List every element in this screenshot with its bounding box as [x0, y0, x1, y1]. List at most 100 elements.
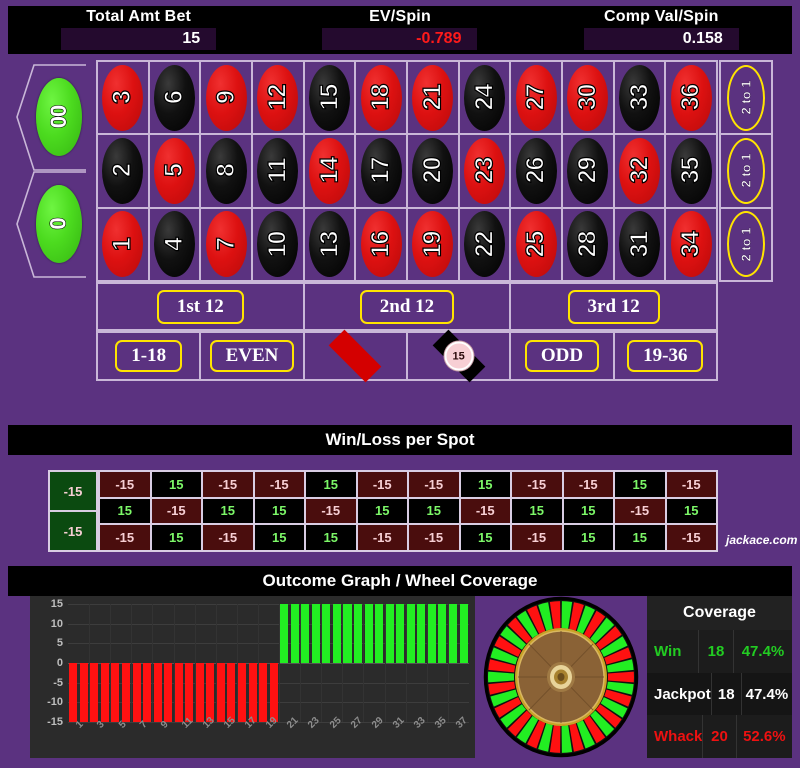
gridline-vertical: [405, 604, 407, 722]
bar-slot: [448, 604, 459, 722]
number-cell-27[interactable]: 27: [510, 61, 562, 135]
gridline-vertical: [426, 604, 428, 722]
number-cell-31[interactable]: 31: [613, 207, 666, 281]
bar-slot: [184, 604, 195, 722]
number-cell-29[interactable]: 29: [562, 134, 614, 208]
outside-bet-even[interactable]: EVEN: [200, 332, 304, 380]
column-bets: 2 to 1 2 to 1 2 to 1: [719, 60, 773, 282]
column-bet-middle[interactable]: 2 to 1: [720, 134, 772, 208]
stat-value: 0.158: [682, 30, 723, 47]
bar: [206, 663, 215, 722]
app-root: Total Amt Bet 15 EV/Spin -0.789 Comp Val…: [0, 0, 800, 768]
number-cell-24[interactable]: 24: [458, 61, 511, 135]
number-label: 31: [624, 231, 653, 258]
number-cell-26[interactable]: 26: [510, 134, 562, 208]
win-loss-cell: 15: [253, 497, 305, 525]
number-cell-8[interactable]: 8: [200, 134, 252, 208]
outside-bet-label: ODD: [524, 340, 600, 372]
win-loss-cell: 15: [150, 524, 202, 551]
zero-cell-0[interactable]: 0: [16, 171, 86, 278]
number-cell-30[interactable]: 30: [562, 61, 614, 135]
bar-slot: [142, 604, 153, 722]
column-bet-bottom[interactable]: 2 to 1: [720, 207, 772, 281]
outcome-panel: Outcome Graph / Wheel Coverage 15 10 5 0 -5 -…: [8, 566, 792, 762]
gridline-vertical: [447, 604, 449, 722]
coverage-name: Jackpot: [654, 685, 711, 703]
number-cell-22[interactable]: 22: [458, 207, 511, 281]
number-cell-11[interactable]: 11: [252, 134, 304, 208]
bar: [343, 604, 352, 663]
outside-bet-high[interactable]: 19-36: [613, 332, 717, 380]
stat-ev-per-spin: EV/Spin -0.789: [269, 6, 530, 54]
dozen-bet-1st-12[interactable]: 1st 12: [97, 283, 304, 330]
bar-slot: [311, 604, 322, 722]
number-cell-2[interactable]: 2: [97, 134, 149, 208]
number-cell-7[interactable]: 7: [200, 207, 252, 281]
red-diamond-icon: [328, 329, 382, 383]
bar: [417, 604, 426, 663]
number-oval: 6: [153, 64, 195, 131]
number-label: 6: [159, 91, 188, 105]
win-loss-cell: -15: [511, 524, 563, 551]
number-cell-15[interactable]: 15: [303, 61, 356, 135]
gridline-vertical: [279, 604, 281, 722]
outcome-bar-chart: 15 10 5 0 -5 -10 -15 1 3 5 7 9 11 13 15 17 19 21 23 25 27 29 3…: [30, 596, 475, 758]
dozen-bet-2nd-12[interactable]: 2nd 12: [303, 283, 511, 330]
number-cell-17[interactable]: 17: [355, 134, 407, 208]
number-grid: 3 6 9 12 15 18 21 24 27 30 33 36 2 5 8 11 14 17 20 23 26 29 32…: [96, 60, 718, 282]
bar: [375, 604, 384, 663]
win-loss-panel: Win/Loss per Spot -15 -15 -15 15 -15 -15 15-…: [8, 425, 797, 555]
number-cell-32[interactable]: 32: [613, 134, 666, 208]
coverage-table: Coverage Win 18 47.4% Jackpot 18 47.4% W…: [647, 596, 792, 759]
number-cell-25[interactable]: 25: [510, 207, 562, 281]
number-label: 23: [469, 157, 498, 184]
win-loss-cell: 15: [459, 524, 511, 551]
bar: [90, 663, 99, 722]
number-cell-23[interactable]: 23: [458, 134, 511, 208]
number-cell-5[interactable]: 5: [148, 134, 201, 208]
number-cell-16[interactable]: 16: [355, 207, 407, 281]
number-cell-13[interactable]: 13: [303, 207, 356, 281]
number-cell-20[interactable]: 20: [407, 134, 459, 208]
y-axis-tick: 0: [56, 657, 63, 669]
number-oval: 11: [257, 137, 299, 204]
number-cell-34[interactable]: 34: [665, 207, 717, 281]
bar: [459, 604, 468, 663]
number-cell-21[interactable]: 21: [407, 61, 459, 135]
number-cell-19[interactable]: 19: [407, 207, 459, 281]
outside-bet-red[interactable]: [303, 329, 407, 383]
number-cell-9[interactable]: 9: [200, 61, 252, 135]
zero-cell-00[interactable]: 00: [16, 64, 86, 171]
number-cell-12[interactable]: 12: [252, 61, 304, 135]
number-cell-1[interactable]: 1: [97, 207, 149, 281]
number-oval: 36: [670, 64, 712, 131]
number-label: 13: [314, 231, 343, 258]
number-cell-36[interactable]: 36: [665, 61, 717, 135]
outside-bet-low[interactable]: 1-18: [97, 332, 201, 380]
outside-bet-black[interactable]: 15: [407, 329, 511, 383]
bet-chip[interactable]: 15: [444, 341, 474, 371]
column-bet-top[interactable]: 2 to 1: [720, 61, 772, 135]
number-oval: 13: [308, 211, 350, 278]
number-cell-4[interactable]: 4: [148, 207, 201, 281]
outside-bet-odd[interactable]: ODD: [510, 332, 614, 380]
bar: [216, 663, 225, 722]
coverage-pct: 47.4%: [745, 685, 789, 703]
stat-comp-val-per-spin: Comp Val/Spin 0.158: [531, 6, 792, 54]
number-label: 17: [366, 157, 395, 184]
number-cell-10[interactable]: 10: [252, 207, 304, 281]
bar: [122, 663, 131, 722]
number-cell-3[interactable]: 3: [97, 61, 149, 135]
number-cell-14[interactable]: 14: [303, 134, 356, 208]
bar-slot: [195, 604, 206, 722]
win-loss-cell: 15: [253, 524, 305, 551]
number-cell-6[interactable]: 6: [148, 61, 201, 135]
bar: [238, 663, 247, 722]
stats-header: Total Amt Bet 15 EV/Spin -0.789 Comp Val…: [8, 6, 792, 54]
dozen-bet-3rd-12[interactable]: 3rd 12: [510, 283, 717, 330]
number-cell-18[interactable]: 18: [355, 61, 407, 135]
number-cell-33[interactable]: 33: [613, 61, 666, 135]
number-cell-35[interactable]: 35: [665, 134, 717, 208]
number-cell-28[interactable]: 28: [562, 207, 614, 281]
win-loss-cell: 15: [356, 497, 408, 525]
